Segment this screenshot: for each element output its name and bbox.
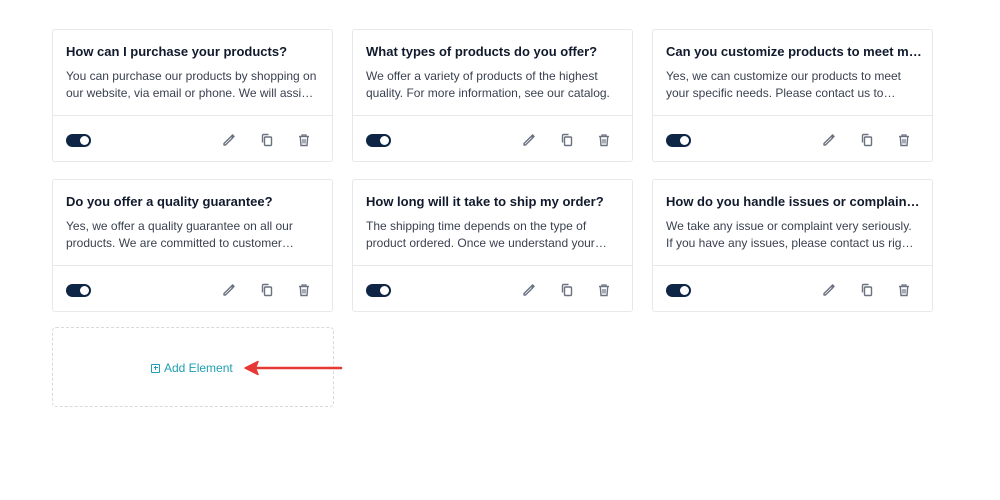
card-body: You can purchase our products by shoppin…	[66, 69, 317, 100]
copy-icon[interactable]	[559, 132, 575, 148]
toggle-knob	[80, 136, 89, 145]
card-title: How can I purchase your products?	[66, 44, 288, 59]
trash-icon[interactable]	[896, 282, 912, 298]
card-body: Yes, we offer a quality guarantee on all…	[66, 219, 293, 250]
card-footer	[53, 115, 332, 161]
toggle-knob	[380, 136, 389, 145]
edit-icon[interactable]	[221, 132, 237, 148]
card-footer	[353, 115, 632, 161]
toggle-knob	[680, 286, 689, 295]
card-footer	[653, 265, 932, 311]
card-title: How long will it take to ship my order?	[366, 194, 604, 209]
faq-card: Can you customize products to meet my sp…	[652, 29, 933, 162]
edit-icon[interactable]	[821, 132, 837, 148]
copy-icon[interactable]	[859, 282, 875, 298]
faq-card: What types of products do you offer? We …	[352, 29, 633, 162]
card-body: We offer a variety of products of the hi…	[366, 69, 610, 100]
add-element-label: Add Element	[164, 361, 233, 375]
card-footer	[53, 265, 332, 311]
visibility-toggle[interactable]	[666, 284, 691, 297]
annotation-arrow-icon	[244, 360, 343, 376]
card-title: What types of products do you offer?	[366, 44, 598, 59]
faq-card: How do you handle issues or complaints? …	[652, 179, 933, 312]
card-body: The shipping time depends on the type of…	[366, 219, 595, 250]
copy-icon[interactable]	[259, 132, 275, 148]
plus-square-icon	[151, 363, 160, 373]
card-body: Yes, we can customize our products to me…	[666, 69, 902, 100]
faq-card: Do you offer a quality guarantee? Yes, w…	[52, 179, 333, 312]
card-footer	[653, 115, 932, 161]
copy-icon[interactable]	[259, 282, 275, 298]
visibility-toggle[interactable]	[666, 134, 691, 147]
visibility-toggle[interactable]	[66, 134, 91, 147]
card-body: We take any issue or complaint very seri…	[666, 219, 912, 250]
visibility-toggle[interactable]	[66, 284, 91, 297]
edit-icon[interactable]	[521, 282, 537, 298]
trash-icon[interactable]	[296, 282, 312, 298]
trash-icon[interactable]	[596, 132, 612, 148]
copy-icon[interactable]	[559, 282, 575, 298]
toggle-knob	[80, 286, 89, 295]
faq-card: How can I purchase your products? You ca…	[52, 29, 333, 162]
trash-icon[interactable]	[296, 132, 312, 148]
faq-card: How long will it take to ship my order? …	[352, 179, 633, 312]
card-title: How do you handle issues or complaints?	[666, 194, 922, 209]
toggle-knob	[680, 136, 689, 145]
card-title: Can you customize products to meet my sp…	[666, 44, 922, 59]
card-title: Do you offer a quality guarantee?	[66, 194, 273, 209]
edit-icon[interactable]	[221, 282, 237, 298]
edit-icon[interactable]	[821, 282, 837, 298]
copy-icon[interactable]	[859, 132, 875, 148]
trash-icon[interactable]	[596, 282, 612, 298]
visibility-toggle[interactable]	[366, 284, 391, 297]
toggle-knob	[380, 286, 389, 295]
trash-icon[interactable]	[896, 132, 912, 148]
edit-icon[interactable]	[521, 132, 537, 148]
visibility-toggle[interactable]	[366, 134, 391, 147]
card-footer	[353, 265, 632, 311]
add-element-button[interactable]: Add Element	[151, 361, 233, 375]
